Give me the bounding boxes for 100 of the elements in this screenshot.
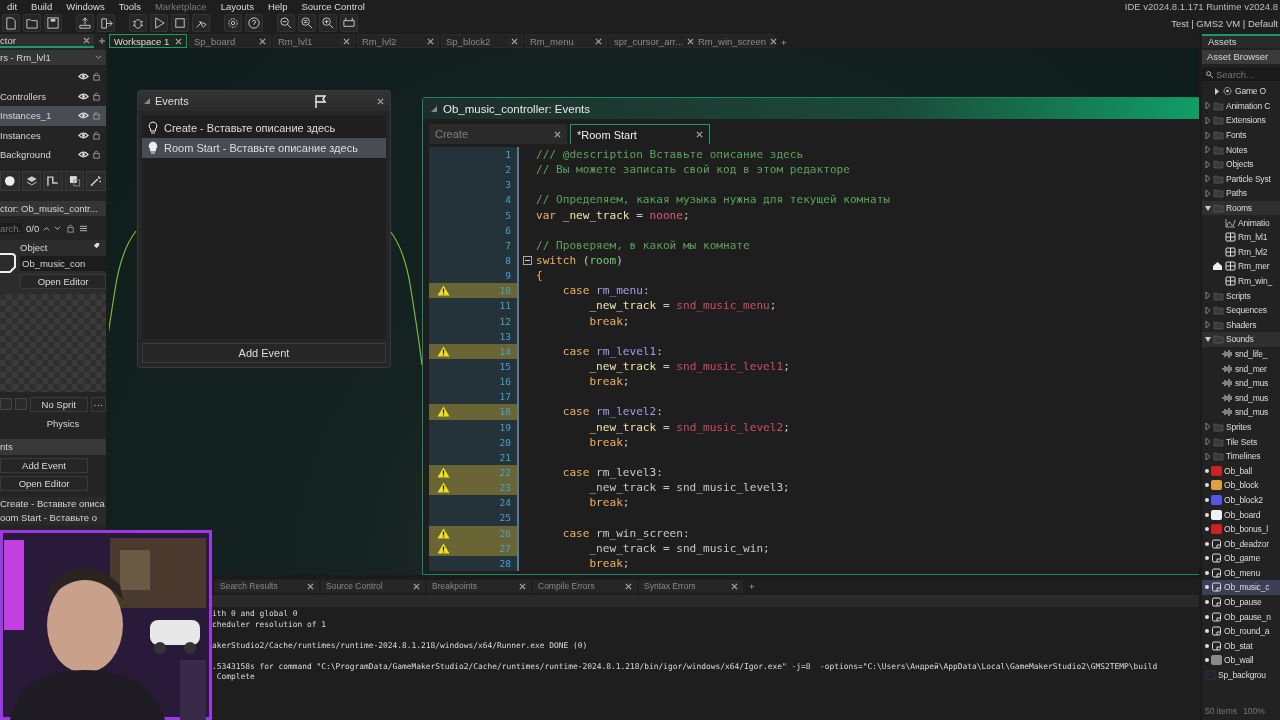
workspace-tab[interactable]: spr_cursor_arr... — [609, 34, 691, 48]
lock-icon[interactable] — [91, 72, 102, 82]
tree-item[interactable]: Rm_mer — [1202, 259, 1280, 274]
fold-icon[interactable] — [523, 256, 532, 266]
chevron-icon[interactable] — [95, 54, 102, 61]
expand-arrow-icon[interactable] — [1205, 306, 1211, 314]
tree-item[interactable]: Fonts — [1202, 127, 1280, 143]
expand-arrow-icon[interactable] — [1205, 423, 1211, 431]
layer-row[interactable]: Instances — [0, 125, 106, 145]
close-icon[interactable] — [554, 130, 561, 138]
tree-item[interactable]: Sp_backgrou — [1202, 667, 1280, 683]
bug-icon[interactable] — [129, 14, 147, 32]
play-icon[interactable] — [150, 14, 168, 32]
tree-item[interactable]: snd_life_ — [1202, 346, 1280, 362]
event-item[interactable]: Create - Вставьте описание здесь — [142, 118, 386, 138]
workspace-tab[interactable]: Rm_win_screen — [693, 34, 775, 48]
tree-item[interactable]: Extensions — [1202, 113, 1280, 128]
workspace-tab[interactable]: Sp_board — [189, 34, 271, 48]
tree-item[interactable]: Shaders — [1202, 317, 1280, 333]
tree-item[interactable]: Ob_block — [1202, 478, 1280, 493]
panel-tab[interactable]: ctor — [0, 34, 94, 48]
tree-item[interactable]: Ob_menu — [1202, 565, 1280, 581]
menu-item[interactable]: Help — [260, 1, 295, 12]
eye-icon[interactable] — [78, 150, 89, 160]
close-icon[interactable] — [770, 37, 778, 45]
add-tab-button[interactable]: + — [777, 37, 791, 48]
editor-tab[interactable]: *Room Start — [570, 124, 710, 144]
magic-wand-icon[interactable] — [86, 170, 106, 191]
tree-item[interactable]: Animation C — [1202, 98, 1280, 114]
tree-item[interactable]: Ob_round_a — [1202, 623, 1280, 639]
physics-label[interactable]: Physics — [20, 417, 106, 429]
lock-icon[interactable] — [91, 91, 102, 101]
event-item[interactable]: Create - Вставьте описа — [0, 496, 106, 511]
close-icon[interactable] — [519, 582, 526, 590]
eye-icon[interactable] — [78, 111, 89, 121]
open-editor-button[interactable]: Open Editor — [20, 273, 106, 289]
folder-icon[interactable] — [23, 14, 41, 32]
tree-item[interactable]: Ob_stat — [1202, 638, 1280, 654]
tree-item[interactable]: Game O — [1202, 84, 1280, 99]
eye-icon[interactable] — [78, 91, 89, 101]
expand-arrow-icon[interactable] — [1205, 117, 1211, 124]
zoom-out-icon[interactable] — [277, 14, 295, 32]
event-item[interactable]: Room Start - Вставьте описание здесь — [142, 138, 386, 158]
editor-tab[interactable]: Create — [429, 124, 567, 144]
tree-item[interactable]: Particle Syst — [1202, 171, 1280, 187]
close-icon[interactable] — [377, 97, 384, 105]
object-name-field[interactable]: Ob_music_con — [20, 255, 106, 271]
close-icon[interactable] — [413, 582, 420, 590]
expand-arrow-icon[interactable] — [1205, 292, 1211, 300]
close-icon[interactable] — [175, 37, 182, 45]
eye-icon[interactable] — [78, 130, 89, 140]
lock-icon[interactable] — [91, 130, 102, 140]
tree-item[interactable]: Timelines — [1202, 448, 1280, 464]
expand-arrow-icon[interactable] — [1205, 438, 1211, 446]
tree-item[interactable]: Ob_pause — [1202, 594, 1280, 610]
save-icon[interactable] — [44, 14, 62, 32]
add-event-button[interactable]: Add Event — [0, 457, 88, 473]
lock-icon[interactable] — [91, 111, 102, 121]
export-icon[interactable] — [76, 14, 94, 32]
tree-item[interactable]: Objects — [1202, 156, 1280, 172]
tree-item[interactable]: Animatio — [1202, 215, 1280, 230]
output-tab[interactable]: Syntax Errors — [639, 579, 743, 593]
menu-item[interactable]: dit — [0, 1, 25, 12]
output-tab[interactable]: Compile Errors — [533, 579, 637, 593]
broom-icon[interactable] — [192, 14, 210, 32]
expand-arrow-icon[interactable] — [1205, 102, 1211, 110]
inspector-dropdown[interactable]: ctor: Ob_music_contr... — [0, 200, 106, 216]
menu-item[interactable]: Windows — [59, 1, 112, 12]
tree-item[interactable]: Ob_ball — [1202, 463, 1280, 479]
close-icon[interactable] — [511, 37, 518, 45]
stop-icon[interactable] — [171, 14, 189, 32]
expand-arrow-icon[interactable] — [1205, 146, 1211, 154]
tree-item[interactable]: Scripts — [1202, 288, 1280, 303]
add-layer-icon[interactable] — [64, 170, 85, 191]
import-icon[interactable] — [97, 14, 115, 32]
expand-arrow-icon[interactable] — [1205, 321, 1211, 329]
menu-item[interactable]: Source Control — [294, 1, 372, 12]
build-target-label[interactable]: Test | GMS2 VM | Default — [1171, 17, 1280, 29]
tree-item[interactable]: Rm_win_ — [1202, 273, 1280, 289]
output-tab[interactable]: Source Control — [321, 579, 425, 593]
help-icon[interactable] — [245, 14, 263, 32]
search-field[interactable]: Search... — [1202, 67, 1280, 81]
tag-icon[interactable] — [93, 241, 100, 249]
eye-icon[interactable] — [78, 72, 89, 82]
tree-item[interactable]: Paths — [1202, 186, 1280, 201]
tree-item[interactable]: Ob_board — [1202, 507, 1280, 522]
tree-item[interactable]: Rooms — [1202, 200, 1280, 216]
workspace-tab[interactable]: Rm_menu — [525, 34, 607, 48]
close-icon[interactable] — [595, 37, 602, 45]
output-tab[interactable]: Breakpoints — [427, 579, 531, 593]
expand-arrow-icon[interactable] — [1205, 131, 1211, 139]
expand-arrow-icon[interactable] — [1205, 160, 1211, 168]
tree-item[interactable]: Rm_lvl2 — [1202, 244, 1280, 260]
layer-row[interactable]: Instances_1 — [0, 106, 106, 126]
tree-item[interactable]: Ob_block2 — [1202, 492, 1280, 508]
tree-item[interactable]: snd_mus — [1202, 405, 1280, 420]
expand-arrow-icon[interactable] — [1205, 452, 1211, 460]
zoom-reset-icon[interactable] — [298, 14, 316, 32]
gear-icon[interactable] — [224, 14, 242, 32]
search-field[interactable]: arch. — [0, 223, 22, 234]
